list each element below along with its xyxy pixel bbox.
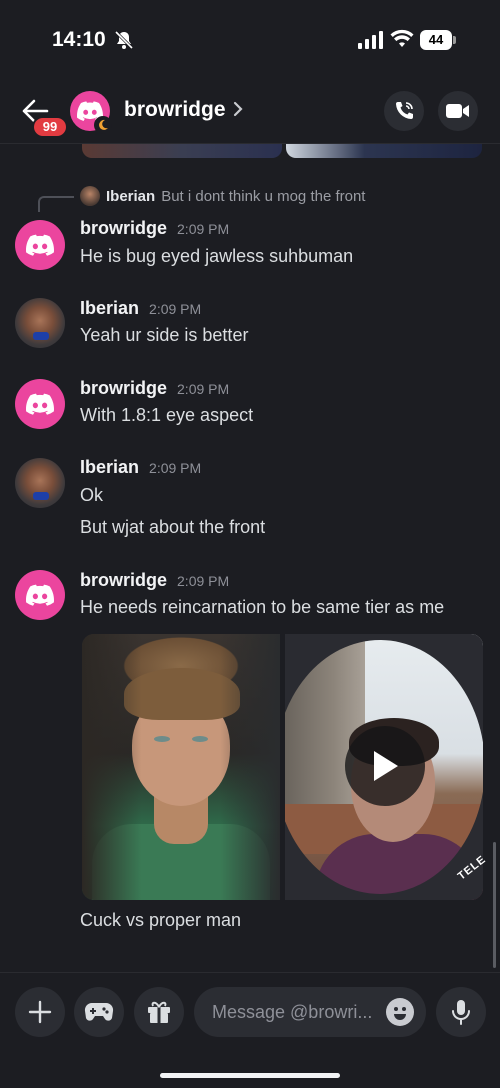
emoji-icon[interactable] — [386, 998, 414, 1026]
microphone-icon — [452, 1000, 470, 1025]
avatar[interactable] — [15, 570, 65, 620]
timestamp: 2:09 PM — [149, 460, 202, 476]
home-indicator — [160, 1073, 340, 1078]
bell-slash-icon — [114, 30, 134, 55]
video-call-button[interactable] — [438, 91, 478, 131]
play-button[interactable] — [345, 726, 425, 806]
status-bar: 14:10 44 — [0, 0, 500, 80]
moon-icon — [94, 116, 112, 134]
author-name[interactable]: browridge — [80, 218, 167, 239]
activities-button[interactable] — [74, 987, 124, 1037]
author-name[interactable]: Iberian — [80, 457, 139, 478]
voice-message-button[interactable] — [436, 987, 486, 1037]
add-attachment-button[interactable] — [15, 987, 65, 1037]
avatar[interactable] — [15, 458, 65, 508]
image-attachment[interactable] — [82, 144, 282, 158]
author-name[interactable]: browridge — [80, 570, 167, 591]
author-name[interactable]: browridge — [80, 378, 167, 399]
message-header: Iberian 2:09 PM — [80, 298, 201, 319]
avatar — [80, 186, 100, 206]
avatar[interactable] — [15, 379, 65, 429]
image-attachment[interactable] — [286, 144, 482, 158]
timestamp: 2:09 PM — [177, 381, 230, 397]
message-text: With 1.8:1 eye aspect — [80, 405, 254, 425]
image-attachment[interactable] — [82, 634, 280, 900]
page-title[interactable]: browridge — [124, 98, 226, 122]
timestamp: 2:09 PM — [177, 221, 230, 237]
discord-logo-icon — [26, 234, 54, 256]
message-header: browridge 2:09 PM — [80, 218, 229, 239]
scrollbar[interactable] — [493, 842, 496, 968]
wifi-icon — [390, 29, 414, 54]
voice-call-button[interactable] — [384, 91, 424, 131]
discord-logo-icon — [26, 584, 54, 606]
timestamp: 2:09 PM — [177, 573, 230, 589]
reply-text: But i dont think u mog the front — [161, 187, 366, 205]
battery-level: 44 — [420, 30, 452, 50]
video-camera-icon — [446, 104, 469, 118]
battery-indicator: 44 — [420, 30, 456, 50]
reply-connector — [38, 196, 74, 212]
message-text: He is bug eyed jawless suhbuman — [80, 246, 354, 266]
phone-icon — [396, 102, 413, 119]
message-header: Iberian 2:09 PM — [80, 457, 201, 478]
chevron-right-icon[interactable] — [233, 101, 243, 122]
discord-logo-icon — [26, 393, 54, 415]
unread-badge: 99 — [32, 116, 68, 138]
message-composer — [0, 972, 500, 1088]
gift-icon — [148, 1001, 170, 1023]
message-header: browridge 2:09 PM — [80, 378, 229, 399]
signal-icon — [358, 31, 384, 54]
clock: 14:10 — [52, 28, 106, 51]
avatar[interactable] — [15, 220, 65, 270]
chat-header: 99 browridge — [0, 82, 500, 144]
timestamp: 2:09 PM — [149, 301, 202, 317]
message-text: Ok — [80, 485, 104, 505]
attachment-caption: Cuck vs proper man — [80, 910, 242, 930]
message-text: He needs reincarnation to be same tier a… — [80, 597, 445, 617]
message-text: But wjat about the front — [80, 517, 266, 537]
avatar[interactable] — [15, 298, 65, 348]
gift-button[interactable] — [134, 987, 184, 1037]
message-header: browridge 2:09 PM — [80, 570, 229, 591]
reply-author: Iberian — [106, 187, 156, 205]
message-text: Yeah ur side is better — [80, 325, 249, 345]
gamepad-icon — [84, 1002, 114, 1021]
reply-preview[interactable]: Iberian But i dont think u mog the front — [80, 186, 365, 206]
play-icon — [374, 751, 398, 781]
author-name[interactable]: Iberian — [80, 298, 139, 319]
plus-icon — [28, 1000, 52, 1024]
